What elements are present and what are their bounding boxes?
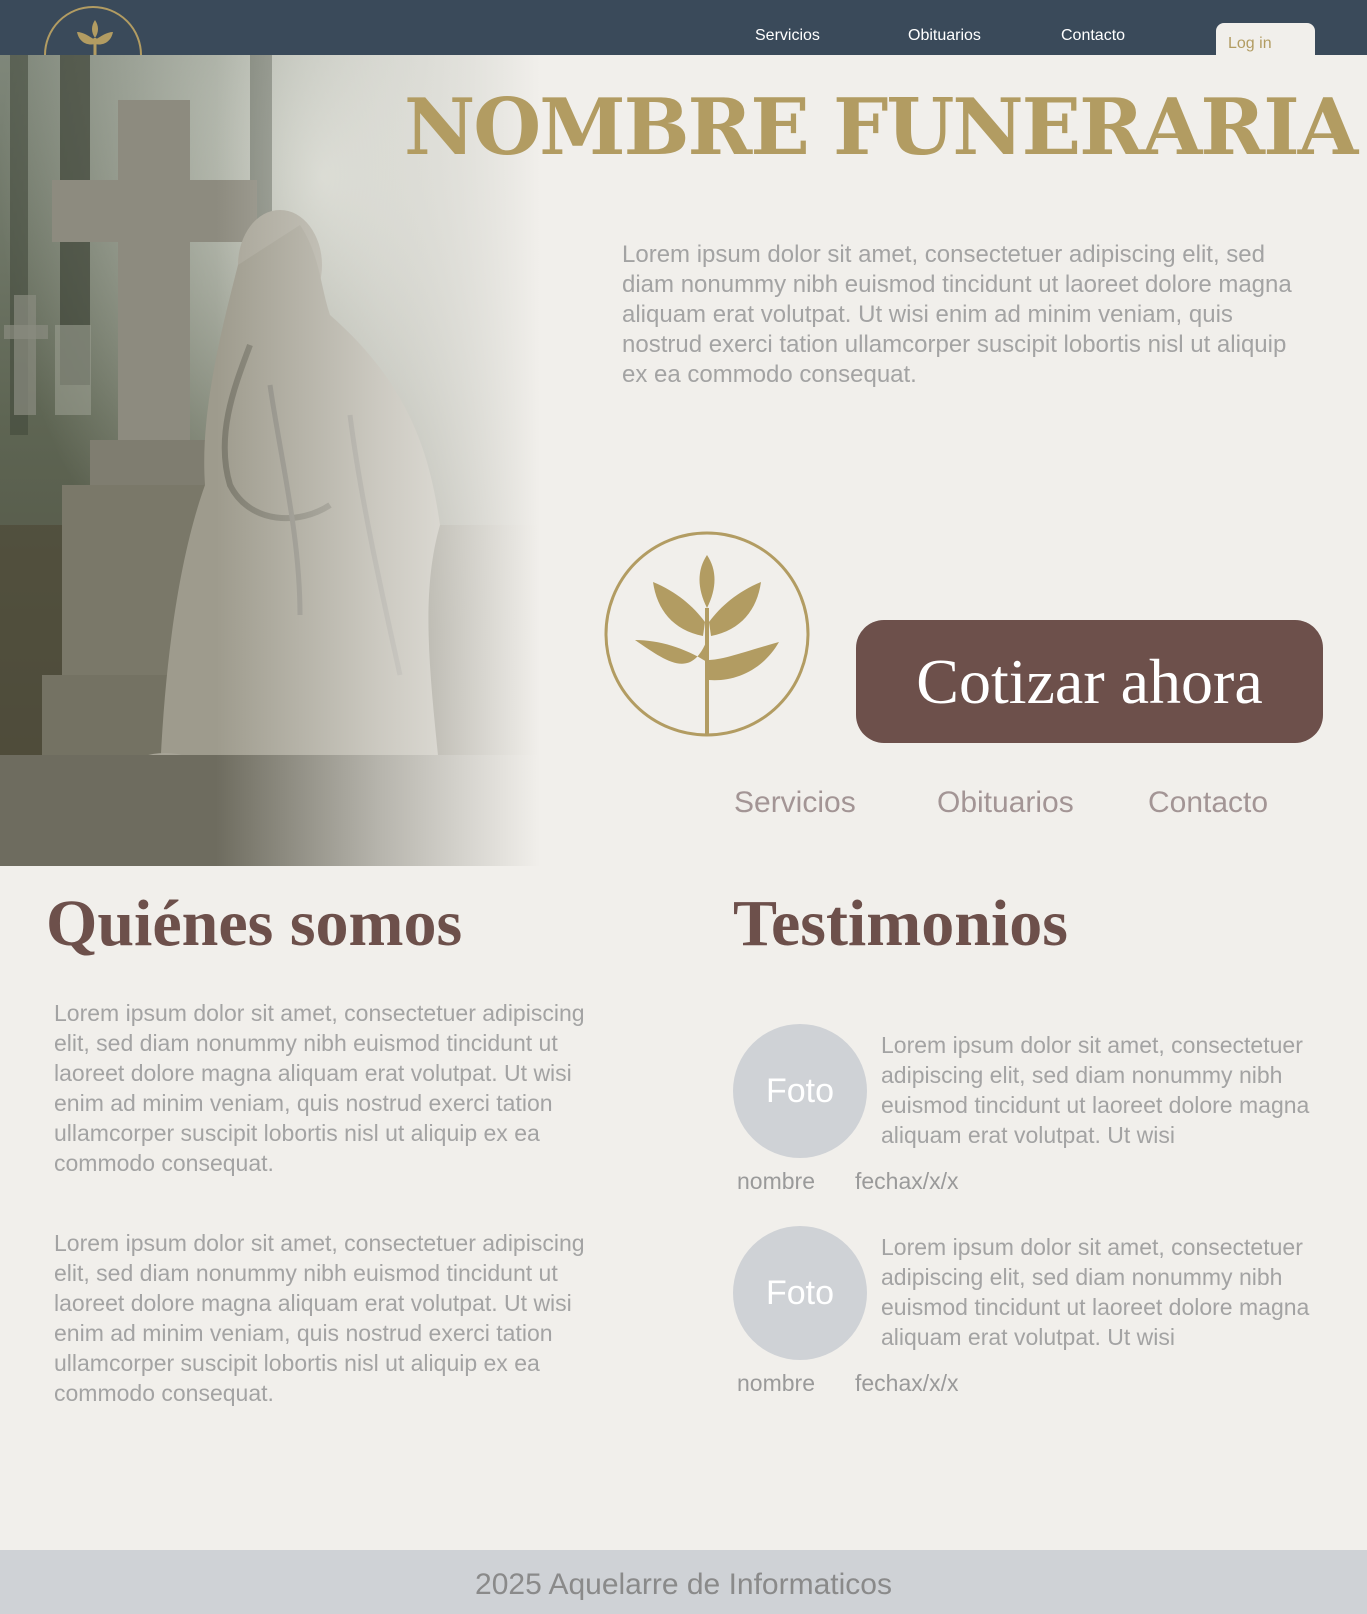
top-navbar: Servicios Obituarios Contacto Log in (0, 0, 1367, 55)
lily-flower-icon (604, 531, 810, 737)
subnav-contacto[interactable]: Contacto (1148, 786, 1268, 820)
page-title: NOMBRE FUNERARIA (404, 82, 1358, 173)
testimonial-name: nombre (737, 1370, 815, 1396)
testimonial-name: nombre (737, 1168, 815, 1194)
avatar: Foto (733, 1226, 867, 1360)
about-paragraph-2: Lorem ipsum dolor sit amet, consectetuer… (54, 1230, 585, 1406)
subnav-servicios[interactable]: Servicios (734, 786, 856, 820)
subnav-obituarios[interactable]: Obituarios (937, 786, 1074, 820)
footer: 2025 Aquelarre de Informaticos (0, 1550, 1367, 1614)
login-button[interactable]: Log in (1216, 23, 1315, 55)
testimonials-title: Testimonios (733, 887, 1068, 960)
quote-now-button[interactable]: Cotizar ahora (856, 620, 1323, 743)
nav-contacto[interactable]: Contacto (1061, 27, 1125, 45)
testimonial-date: fechax/x/x (855, 1168, 959, 1194)
testimonial-quote: Lorem ipsum dolor sit amet, consecte­tue… (881, 1234, 1310, 1350)
hero-image-fade (0, 55, 540, 866)
about-paragraph-1: Lorem ipsum dolor sit amet, consectetuer… (54, 1000, 585, 1176)
avatar: Foto (733, 1024, 867, 1158)
testimonial-date: fechax/x/x (855, 1370, 959, 1396)
nav-obituarios[interactable]: Obituarios (908, 27, 981, 45)
brand-logo[interactable] (44, 6, 142, 55)
testimonial-card: Foto Lorem ipsum dolor sit amet, consect… (733, 1226, 1333, 1406)
lily-flower-icon (77, 20, 113, 55)
nav-servicios[interactable]: Servicios (755, 27, 820, 45)
about-title: Quiénes somos (46, 887, 463, 960)
testimonial-quote: Lorem ipsum dolor sit amet, consecte­tue… (881, 1032, 1310, 1148)
brand-emblem (603, 530, 811, 738)
hero-description: Lorem ipsum dolor sit amet, consectetuer… (622, 241, 1292, 388)
hero-image (0, 55, 540, 866)
testimonial-card: Foto Lorem ipsum dolor sit amet, consect… (733, 1024, 1333, 1204)
